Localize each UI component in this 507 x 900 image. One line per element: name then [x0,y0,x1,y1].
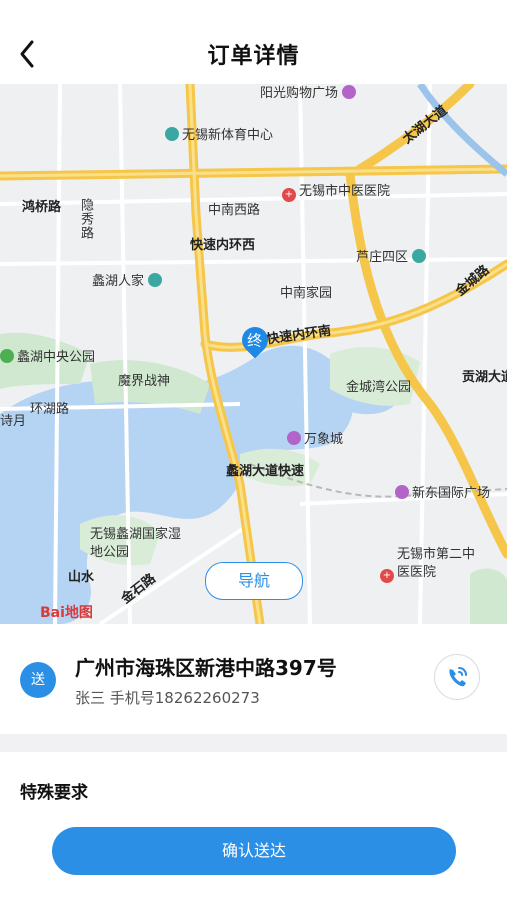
map-poi-mojie: 魔界战神 [118,374,171,389]
call-button[interactable] [434,654,480,700]
navigate-button[interactable]: 导航 [205,562,303,600]
map-road-huanhu: 环湖路 [30,402,70,417]
map-poi-jinchengwan: 金城湾公园 [346,380,412,395]
map-road-inner-ring-w: 快速内环西 [190,238,256,253]
shopping-icon [395,485,409,499]
hospital-icon: + [380,569,394,583]
map-road-hongqiao: 鸿桥路 [22,200,62,215]
hospital-icon: + [282,188,296,202]
delivery-address-card: 送 广州市海珠区新港中路397号 张三 手机号18262260273 [0,624,507,734]
shopping-icon [342,85,357,99]
header-bar: 订单详情 [0,0,507,84]
map-road-yinxiu: 隐秀路 [78,198,93,240]
map-poi-zhongnan-home: 中南家园 [280,286,333,301]
map-road-lihu-ave: 蠡湖大道快速 [226,464,305,479]
map-poi-wetland: 无锡蠡湖国家湿地公园 [90,527,182,560]
map-view[interactable]: 阳光购物广场 无锡新体育中心 太湖大道 鸿桥路 隐秀路 中南西路 + 无锡市中医医… [0,84,507,624]
phone-icon [449,667,467,687]
map-road-zhongnan: 中南西路 [208,203,261,218]
confirm-delivery-button[interactable]: 确认送达 [52,827,456,875]
special-requirements-label: 特殊要求 [20,783,88,803]
send-badge: 送 [20,662,56,698]
shopping-icon [287,431,301,445]
map-road-gongxu: 贡湖大道 [462,370,507,385]
baidu-logo: Bai地图 [40,605,93,621]
map-poi-sports: 无锡新体育中心 [165,124,273,143]
map-poi-shiyue: 诗月 [0,414,27,429]
map-poi-hospital2: +无锡市第二中医医院 [380,546,481,583]
map-poi-xindong: 新东国际广场 [395,482,490,501]
map-poi-shanshui: 山水 [68,570,95,585]
page-title: 订单详情 [207,44,300,69]
address-title: 广州市海珠区新港中路397号 [75,656,337,680]
section-divider [0,734,507,752]
map-poi-luzhuang: 芦庄四区 [356,246,429,265]
map-poi-hospital1: + 无锡市中医医院 [282,180,390,202]
sports-icon [165,127,179,141]
residence-icon [412,249,427,263]
map-poi-lihu-park: 蠡湖中央公园 [0,346,95,365]
map-poi-yangguang: 阳光购物广场 [260,84,359,101]
contact-info: 张三 手机号18262260273 [75,689,260,707]
park-icon [0,349,14,363]
map-poi-wanxiang: 万象城 [287,428,343,447]
map-poi-lihu-home: 蠡湖人家 [92,270,165,289]
residence-icon [148,273,163,287]
